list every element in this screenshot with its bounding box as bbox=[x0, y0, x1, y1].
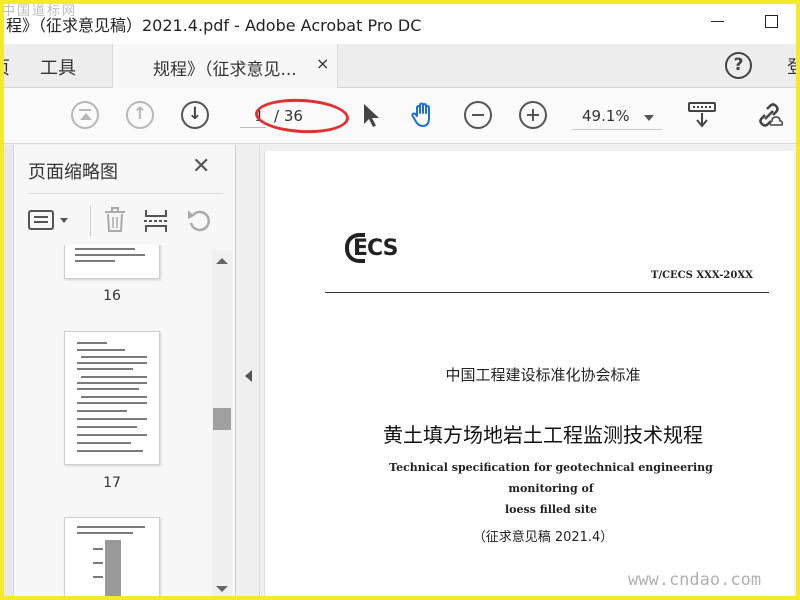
previous-page-icon[interactable] bbox=[126, 101, 154, 129]
scroll-up-icon[interactable] bbox=[216, 258, 228, 264]
page-thumbnails-panel: 页面缩略图 ✕ 16 17 bbox=[14, 145, 236, 600]
tab-bar: 页 工具 规程》（征求意见... × ? 登 bbox=[0, 44, 800, 88]
scroll-down-icon[interactable] bbox=[216, 586, 228, 592]
toolbar: 1 / 36 49.1% bbox=[0, 88, 800, 144]
tab-close-icon[interactable]: × bbox=[316, 54, 329, 73]
scrollbar-thumb[interactable] bbox=[213, 408, 231, 430]
document-title-cn: 黄土填方场地岩土工程监测技术规程 bbox=[383, 423, 703, 447]
chevron-left-icon bbox=[245, 370, 252, 382]
zoom-in-icon[interactable] bbox=[519, 101, 547, 129]
panel-title: 页面缩略图 bbox=[28, 162, 118, 183]
watermark-bottom: www.cndao.com bbox=[628, 570, 762, 590]
chevron-down-icon bbox=[644, 115, 654, 121]
options-chevron-down-icon[interactable] bbox=[60, 218, 68, 223]
scroll-mode-icon[interactable] bbox=[688, 101, 716, 129]
zoom-value: 49.1% bbox=[582, 107, 630, 125]
share-link-icon[interactable] bbox=[755, 101, 783, 129]
document-area: ECS T/CECS XXX-20XX 中国工程建设标准化协会标准 黄土填方场地… bbox=[238, 145, 800, 600]
window-title: 程》（征求意见稿）2021.4.pdf - Adobe Acrobat Pro … bbox=[6, 16, 422, 35]
minimize-icon[interactable] bbox=[709, 10, 729, 32]
panel-close-icon[interactable]: ✕ bbox=[192, 154, 210, 179]
panel-tools bbox=[14, 200, 236, 240]
thumbnail-page-18[interactable] bbox=[64, 517, 160, 600]
thumbnail-list[interactable]: 16 17 bbox=[14, 245, 214, 600]
thumbnail-label: 17 bbox=[103, 475, 121, 491]
undo-icon[interactable] bbox=[186, 207, 212, 233]
zoom-dropdown[interactable]: 49.1% bbox=[572, 104, 662, 130]
first-page-icon[interactable] bbox=[71, 101, 99, 129]
title-en-line-1: Technical specification for geotechnical… bbox=[389, 461, 713, 495]
next-page-icon[interactable] bbox=[181, 101, 209, 129]
tab-document[interactable]: 规程》（征求意见... × bbox=[112, 44, 338, 88]
thumbnail-scrollbar[interactable] bbox=[212, 250, 232, 600]
draft-note: （征求意见稿 2021.4） bbox=[472, 530, 614, 545]
collapse-sidebar-button[interactable] bbox=[238, 145, 260, 600]
tab-home[interactable]: 页 bbox=[0, 54, 12, 80]
divider bbox=[28, 193, 223, 194]
tab-tools[interactable]: 工具 bbox=[40, 54, 76, 80]
thumbnail-page-17[interactable] bbox=[64, 331, 160, 465]
divider bbox=[325, 292, 769, 293]
extract-pages-icon[interactable] bbox=[144, 208, 168, 234]
left-rail bbox=[0, 145, 14, 600]
select-cursor-icon[interactable] bbox=[357, 101, 385, 129]
title-en-line-2: loess filled site bbox=[504, 503, 598, 516]
association-name: 中国工程建设标准化协会标准 bbox=[445, 366, 641, 384]
hand-tool-icon[interactable] bbox=[409, 101, 437, 129]
maximize-icon[interactable] bbox=[763, 10, 783, 32]
title-bar: 中国道标网 程》（征求意见稿）2021.4.pdf - Adobe Acroba… bbox=[0, 0, 800, 44]
trash-icon[interactable] bbox=[104, 207, 126, 233]
divider bbox=[90, 206, 91, 236]
thumbnail-sidebar: 页面缩略图 ✕ 16 17 bbox=[0, 145, 238, 600]
ecs-logo-text: ECS bbox=[353, 236, 398, 261]
options-icon[interactable] bbox=[28, 210, 54, 230]
tab-document-label: 规程》（征求意见... bbox=[153, 60, 297, 80]
ecs-logo: ECS bbox=[345, 231, 398, 267]
thumbnail-page-16[interactable] bbox=[64, 245, 160, 279]
standard-number: T/CECS XXX-20XX bbox=[651, 270, 753, 281]
help-icon[interactable]: ? bbox=[725, 52, 752, 79]
pdf-page[interactable]: ECS T/CECS XXX-20XX 中国工程建设标准化协会标准 黄土填方场地… bbox=[264, 151, 794, 600]
thumbnail-label: 16 bbox=[103, 288, 121, 304]
signin-button[interactable]: 登 bbox=[787, 53, 800, 79]
zoom-out-icon[interactable] bbox=[464, 101, 492, 129]
document-title-en: Technical specification for geotechnical… bbox=[355, 457, 747, 520]
